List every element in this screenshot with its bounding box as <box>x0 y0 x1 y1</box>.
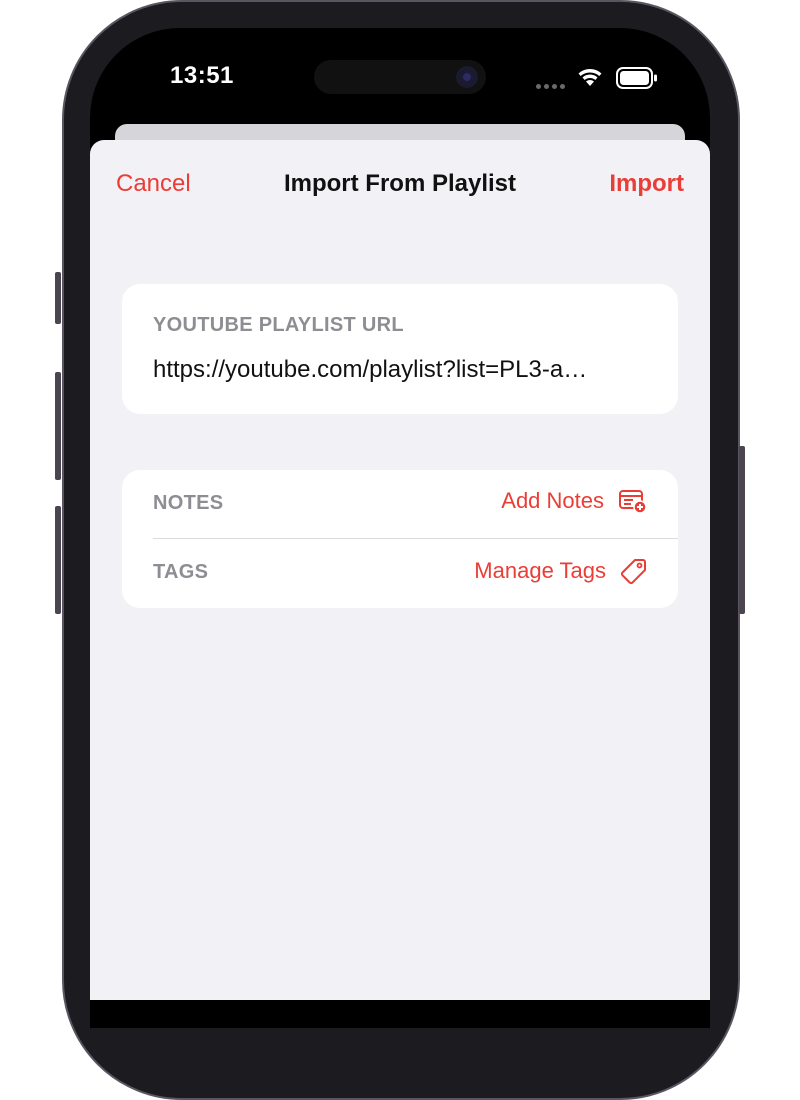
import-button[interactable]: Import <box>609 170 684 198</box>
wifi-icon <box>578 69 602 86</box>
volume-up-button <box>55 372 61 480</box>
notes-label: NOTES <box>153 492 224 514</box>
import-sheet: Cancel Import From Playlist Import YOUTU… <box>90 140 710 1000</box>
action-button <box>55 272 61 324</box>
power-button <box>739 446 745 614</box>
notes-row: NOTES Add Notes <box>122 470 678 539</box>
tags-row: TAGS Manage Tags <box>122 539 678 607</box>
status-time: 13:51 <box>170 62 234 89</box>
volume-down-button <box>55 506 61 614</box>
notes-tags-card: NOTES Add Notes TAGS Manage Tags <box>122 470 678 608</box>
camera-icon <box>456 66 478 88</box>
playlist-url-field[interactable]: https://youtube.com/playlist?list=PL3-a… <box>153 356 653 384</box>
battery-icon <box>616 67 657 89</box>
manage-tags-label: Manage Tags <box>474 558 606 583</box>
add-notes-label: Add Notes <box>501 488 604 513</box>
note-add-icon <box>619 490 647 514</box>
status-bar: 13:51 <box>90 56 710 100</box>
playlist-url-label: YOUTUBE PLAYLIST URL <box>153 314 404 336</box>
tag-icon <box>620 559 646 585</box>
tags-label: TAGS <box>153 561 209 583</box>
cellular-signal-icon <box>536 76 568 89</box>
playlist-url-card: YOUTUBE PLAYLIST URL https://youtube.com… <box>122 284 678 414</box>
manage-tags-button[interactable]: Manage Tags <box>474 557 648 585</box>
add-notes-button[interactable]: Add Notes <box>501 488 648 514</box>
